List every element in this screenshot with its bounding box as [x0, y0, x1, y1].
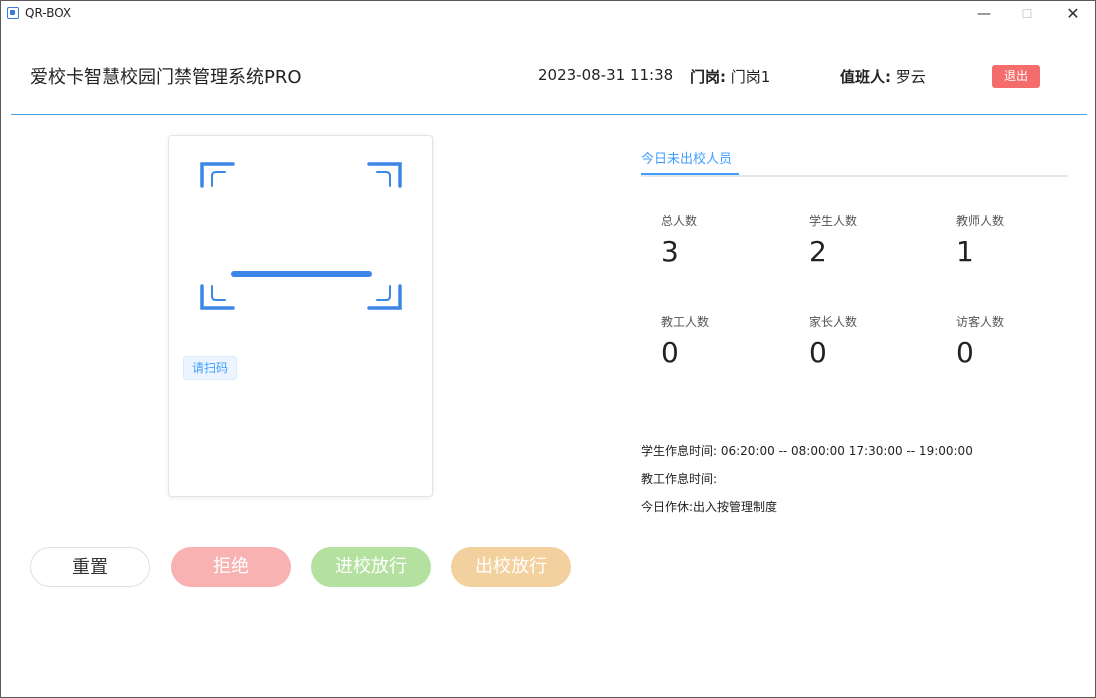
stat-label: 总人数	[661, 214, 698, 228]
stats-tabs: 今日未出校人员	[641, 141, 1068, 177]
staff-schedule: 教工作息时间:	[641, 472, 718, 486]
minimize-icon[interactable]: —	[964, 3, 1004, 25]
stat-value: 0	[809, 336, 827, 369]
gate-value: 门岗1	[730, 68, 771, 86]
stat-label: 学生人数	[809, 214, 858, 228]
duty-label: 值班人:	[840, 68, 891, 86]
qr-scan-frame-icon	[200, 162, 402, 310]
stat-label: 教师人数	[956, 214, 1005, 228]
tab-active-indicator	[641, 173, 739, 175]
stat-value: 0	[661, 336, 679, 369]
stat-parents: 家长人数 0	[809, 313, 929, 370]
stat-staff: 教工人数 0	[661, 313, 781, 370]
app-window: QR-BOX — ☐ ✕ 爱校卡智慧校园门禁管理系统PRO 2023-08-31…	[0, 0, 1096, 698]
reset-button[interactable]: 重置	[30, 547, 150, 587]
stat-value: 2	[809, 235, 827, 268]
exit-release-button[interactable]: 出校放行	[451, 547, 571, 587]
stat-students: 学生人数 2	[809, 212, 929, 269]
current-datetime: 2023-08-31 11:38	[538, 66, 674, 84]
title-bar: QR-BOX — ☐ ✕	[1, 1, 1095, 27]
gate-label: 门岗:	[690, 68, 726, 86]
window-title: QR-BOX	[25, 6, 72, 20]
logout-button[interactable]: 退出	[992, 65, 1040, 88]
stat-value: 0	[956, 336, 974, 369]
stat-label: 家长人数	[809, 315, 858, 329]
today-rest-info: 今日作休:出入按管理制度	[641, 500, 778, 514]
enter-release-button[interactable]: 进校放行	[311, 547, 431, 587]
stat-value: 3	[661, 235, 679, 268]
scan-tip-tag: 请扫码	[183, 356, 238, 380]
stat-total: 总人数 3	[661, 212, 781, 269]
stat-label: 访客人数	[956, 315, 1005, 329]
scan-card: 请扫码	[168, 135, 433, 497]
tab-not-left-today[interactable]: 今日未出校人员	[641, 148, 732, 167]
duty-info: 值班人: 罗云	[840, 66, 926, 87]
system-title: 爱校卡智慧校园门禁管理系统PRO	[30, 67, 302, 88]
maximize-icon[interactable]: ☐	[1007, 3, 1047, 25]
close-icon[interactable]: ✕	[1053, 3, 1093, 25]
app-header: 爱校卡智慧校园门禁管理系统PRO 2023-08-31 11:38 门岗: 门岗…	[11, 27, 1087, 115]
student-schedule: 学生作息时间: 06:20:00 -- 08:00:00 17:30:00 --…	[641, 444, 973, 458]
app-icon	[7, 7, 19, 19]
stat-visitors: 访客人数 0	[956, 313, 1076, 370]
stat-teachers: 教师人数 1	[956, 212, 1076, 269]
duty-value: 罗云	[895, 68, 926, 86]
reject-button[interactable]: 拒绝	[171, 547, 291, 587]
gate-info: 门岗: 门岗1	[690, 66, 770, 87]
stat-value: 1	[956, 235, 974, 268]
stat-label: 教工人数	[661, 315, 710, 329]
